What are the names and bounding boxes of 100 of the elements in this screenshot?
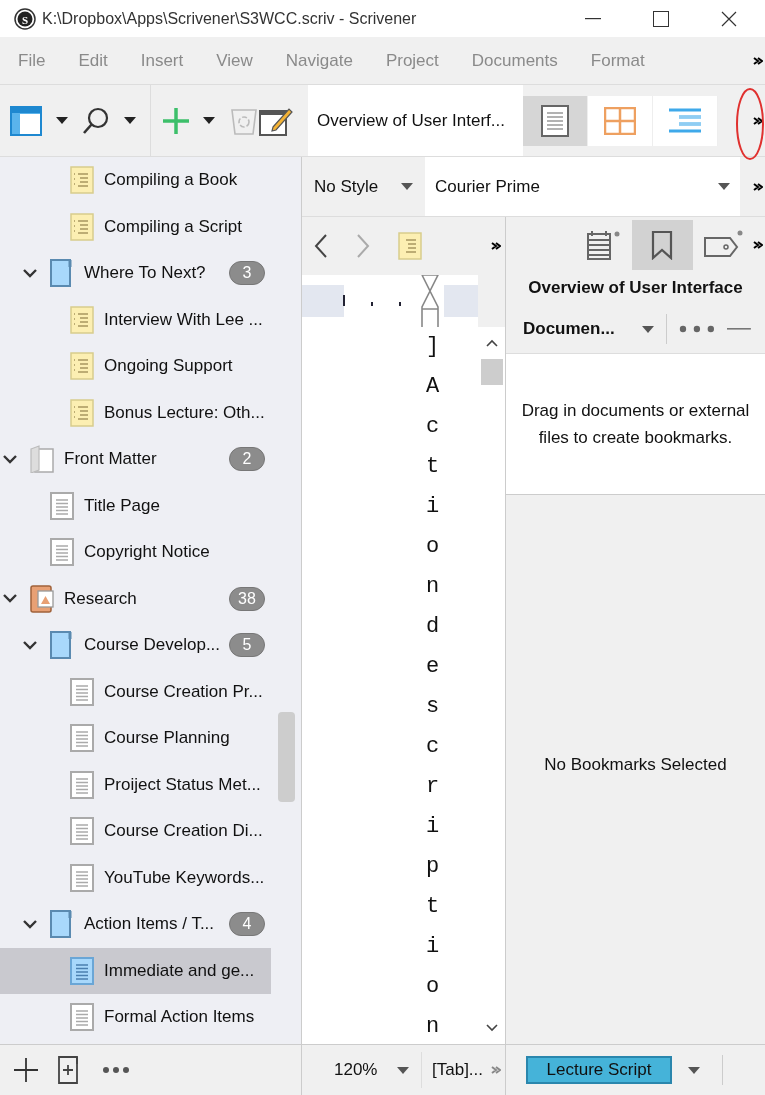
ruler-drawing[interactable] <box>302 275 478 327</box>
document-title-field[interactable]: Overview of User Interf... <box>308 85 523 156</box>
caret-icon <box>642 325 655 333</box>
binder-item-label: Formal Action Items <box>104 1007 255 1028</box>
binder-item[interactable]: Title Page <box>0 482 271 529</box>
binder-item-label: Course Creation Di... <box>104 821 263 842</box>
binder-item[interactable]: Compiling a Script <box>0 203 271 250</box>
binder-item-label: Course Develop... <box>84 635 221 656</box>
style-dropdown[interactable]: No Style <box>302 157 425 216</box>
count-badge: 38 <box>229 586 265 611</box>
folder-icon <box>50 259 74 288</box>
bookmarks-hint: Drag in documents or external files to create bookmarks. <box>520 400 751 449</box>
close-icon[interactable] <box>721 10 737 27</box>
app-logo-icon: S <box>14 7 36 30</box>
window-title: K:\Dropbox\Apps\Scrivener\S3WCC.scriv - Scrivener <box>42 9 417 28</box>
binder-item[interactable]: Course Creation Di... <box>0 808 271 855</box>
binder-item[interactable]: YouTube Keywords... <box>0 854 271 901</box>
folder-icon <box>50 631 74 660</box>
binder-item-label: Title Page <box>84 495 160 516</box>
editor-text[interactable]: ]Action description <box>426 327 440 1044</box>
chevron-icon[interactable] <box>3 454 17 464</box>
binder-item[interactable]: Where To Next? 3 <box>0 250 271 297</box>
binder-item[interactable]: Course Creation Pr... <box>0 668 271 715</box>
search-icon[interactable] <box>82 106 110 135</box>
section-type-button[interactable]: Lecture Script <box>526 1056 672 1084</box>
add-icon[interactable] <box>14 1058 38 1082</box>
empty-state-message: No Bookmarks Selected <box>544 754 727 775</box>
binder-item-label: Course Creation Pr... <box>104 681 263 702</box>
index-card-icon <box>70 398 94 427</box>
research-icon <box>30 584 54 613</box>
maximize-icon[interactable] <box>653 10 669 27</box>
more-icon[interactable] <box>102 1066 130 1074</box>
scroll-down-icon[interactable] <box>486 1024 498 1032</box>
minimize-icon[interactable] <box>585 17 601 20</box>
back-icon[interactable] <box>314 234 328 258</box>
overflow-chevron-icon[interactable] <box>753 55 763 66</box>
chevron-icon[interactable] <box>23 640 37 650</box>
index-card-icon <box>70 166 94 195</box>
document-icon <box>70 770 94 799</box>
bookmark-icon <box>651 229 674 260</box>
inspector-title: Overview of User Interface <box>527 277 744 299</box>
binder-item[interactable]: Formal Action Items <box>0 994 271 1041</box>
chevron-icon[interactable] <box>23 919 37 929</box>
document-icon <box>50 491 74 520</box>
font-dropdown[interactable]: Courier Prime <box>425 157 740 216</box>
binder-item[interactable]: Course Planning <box>0 715 271 762</box>
folder-icon <box>50 910 74 939</box>
document-icon <box>50 538 74 567</box>
list-icon <box>667 106 703 135</box>
binder-item[interactable]: Copyright Notice <box>0 529 271 576</box>
caret-icon <box>397 1066 409 1074</box>
caret-icon[interactable] <box>203 117 215 124</box>
scrollbar-thumb[interactable] <box>481 359 503 385</box>
binder-item[interactable]: Bonus Lecture: Oth... <box>0 389 271 436</box>
layout-icon[interactable] <box>10 105 42 136</box>
count-badge: 2 <box>229 447 265 472</box>
index-card-icon <box>70 305 94 334</box>
binder-item-label: Ongoing Support <box>104 356 233 377</box>
scroll-up-icon[interactable] <box>486 339 498 347</box>
binder-item-label: Research <box>64 588 137 609</box>
zoom-dropdown[interactable]: 120% <box>302 1052 422 1088</box>
binder-item-label: Action Items / T... <box>84 914 215 935</box>
overflow-chevron-icon[interactable] <box>753 239 763 250</box>
binder-item[interactable]: Proiject Status Met... <box>0 761 271 808</box>
binder-item[interactable]: Immediate and ge... <box>0 947 271 994</box>
caret-icon[interactable] <box>688 1066 700 1074</box>
bookmarks-tab[interactable] <box>632 219 693 270</box>
binder-item[interactable]: Interview With Lee ... <box>0 296 271 343</box>
chevron-icon[interactable] <box>23 268 37 278</box>
grid-icon <box>604 106 636 135</box>
document-icon <box>70 956 94 985</box>
overflow-chevron-icon[interactable] <box>753 181 763 192</box>
binder-item[interactable]: Research 38 <box>0 575 271 622</box>
binder-item-label: Interview With Lee ... <box>104 309 263 330</box>
binder-item-label: Front Matter <box>64 449 157 470</box>
binder-item[interactable]: Course Develop... 5 <box>0 622 271 669</box>
binder-item[interactable]: Action Items / T... 4 <box>0 901 271 948</box>
document-view-button[interactable] <box>523 95 588 146</box>
document-icon <box>70 817 94 846</box>
document-icon <box>70 863 94 892</box>
tab-stop-label[interactable]: [Tab]... <box>422 1060 484 1080</box>
overflow-chevron-icon[interactable] <box>491 241 501 251</box>
document-icon <box>70 677 94 706</box>
binder-item[interactable]: Front Matter 2 <box>0 436 271 483</box>
chevron-icon[interactable] <box>3 594 17 604</box>
binder-item-label: Compiling a Script <box>104 216 242 237</box>
binder-item[interactable]: Ongoing Support <box>0 343 271 390</box>
binder-item[interactable]: Compiling a Book <box>0 157 271 204</box>
binder-item-label: Compiling a Book <box>104 170 238 191</box>
caret-icon <box>718 183 730 190</box>
count-badge: 3 <box>229 261 265 286</box>
overflow-chevron-icon[interactable] <box>753 115 763 126</box>
bookmark-type-dropdown[interactable]: Documen... <box>523 319 655 339</box>
caret-icon[interactable] <box>56 117 68 124</box>
index-card-icon <box>70 352 94 381</box>
outline-view-button[interactable] <box>653 95 718 146</box>
caret-icon[interactable] <box>124 117 136 124</box>
scrollbar-thumb[interactable] <box>278 712 295 802</box>
more-icon[interactable] <box>679 325 716 333</box>
binder-item-label: YouTube Keywords... <box>104 867 265 888</box>
